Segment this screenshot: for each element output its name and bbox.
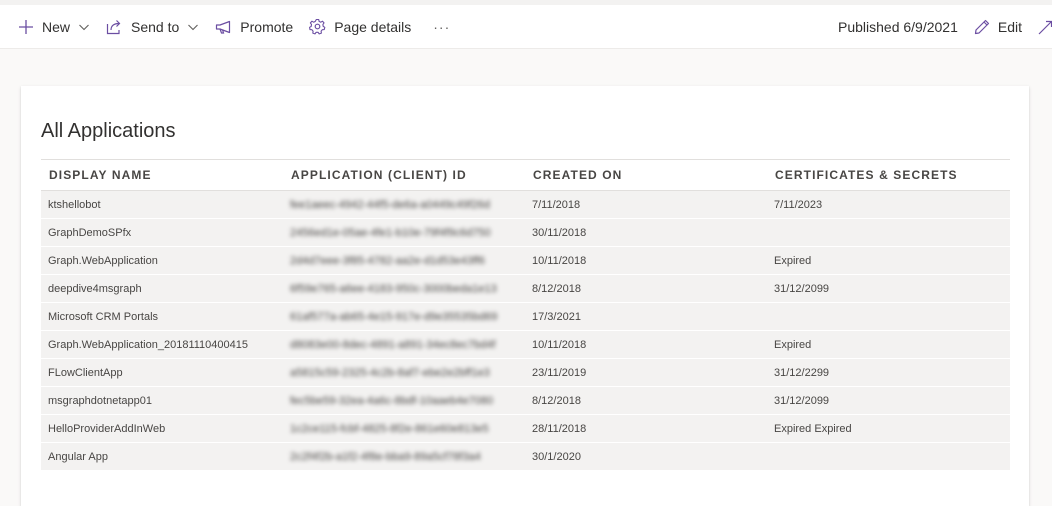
cell-certificates-secrets: 31/12/2099 [774, 394, 830, 407]
cell-created-on: 8/12/2018 [532, 282, 581, 295]
table-row[interactable]: deepdive4msgraph 6f59e765-a6ee-4183-950c… [41, 274, 1010, 303]
cell-client-id: d8083e00-8dec-4891-a891-34ec8ec7bd4f [290, 338, 496, 351]
cell-created-on: 30/11/2018 [532, 226, 587, 239]
applications-table: DISPLAY NAME APPLICATION (CLIENT) ID CRE… [41, 159, 1010, 471]
cell-certificates-secrets [767, 443, 1010, 471]
command-bar: New Send to Promote Page details ··· Pub… [0, 5, 1052, 49]
cell-client-id: 6f59e765-a6ee-4183-950c-3000beda1e13 [290, 282, 497, 295]
column-header-client-id[interactable]: APPLICATION (CLIENT) ID [283, 160, 525, 191]
chevron-down-icon [188, 24, 199, 30]
column-header-display-name[interactable]: DISPLAY NAME [41, 160, 283, 191]
more-options-button[interactable]: ··· [419, 5, 464, 49]
send-to-button[interactable]: Send to [98, 5, 207, 49]
table-row[interactable]: ktshellobot fee1aeec-4942-44f5-de6a-a044… [41, 190, 1010, 219]
chevron-down-icon [79, 24, 89, 30]
cell-created-on: 10/11/2018 [532, 254, 587, 267]
cell-certificates-secrets: 31/12/2299 [774, 366, 830, 379]
section-title: All Applications [41, 120, 176, 142]
cell-created-on: 30/1/2020 [532, 450, 581, 463]
table-row[interactable]: FLowClientApp a5815c59-2325-4c2b-8af7-eb… [41, 358, 1010, 387]
cell-created-on: 10/11/2018 [532, 338, 587, 351]
cell-display-name: msgraphdotnetapp01 [48, 394, 152, 407]
megaphone-icon [216, 20, 231, 34]
cell-created-on: 7/11/2018 [532, 198, 581, 211]
all-applications-webpart: All Applications DISPLAY NAME APPLICATIO… [21, 86, 1029, 506]
cell-client-id: 2d4d7eee-3f85-4782-aa2e-d1d53e43ff6 [290, 254, 485, 267]
more-icon: ··· [433, 18, 451, 35]
command-bar-right: Published 6/9/2021 Edit [830, 5, 1052, 49]
cell-display-name: Microsoft CRM Portals [48, 310, 159, 323]
column-header-certificates-secrets[interactable]: CERTIFICATES & SECRETS [767, 160, 1010, 191]
cell-client-id: 1c2ce115-fcbf-4825-8f2e-861e60e813e5 [290, 422, 489, 435]
page-details-label: Page details [334, 18, 412, 35]
cell-client-id: a5815c59-2325-4c2b-8af7-ebe2e2bff1e3 [290, 366, 490, 379]
cell-display-name: deepdive4msgraph [48, 282, 142, 295]
table-row[interactable]: GraphDemoSPfx 2456ed1e-05ae-4fe1-b10e-79… [41, 218, 1010, 247]
expand-icon [1038, 20, 1052, 34]
cell-created-on: 23/11/2019 [532, 366, 587, 379]
table-header-row: DISPLAY NAME APPLICATION (CLIENT) ID CRE… [41, 159, 1010, 191]
table-row[interactable]: Microsoft CRM Portals 61af577a-ab65-4e15… [41, 302, 1010, 331]
send-to-label: Send to [131, 18, 180, 35]
share-icon [106, 19, 121, 34]
edit-button[interactable]: Edit [966, 5, 1030, 49]
plus-icon [19, 19, 33, 34]
table-row[interactable]: Graph.WebApplication 2d4d7eee-3f85-4782-… [41, 246, 1010, 275]
gear-icon [309, 18, 326, 35]
cell-display-name: Graph.WebApplication [48, 254, 158, 267]
page-details-button[interactable]: Page details [301, 5, 419, 49]
table-row[interactable]: HelloProviderAddInWeb 1c2ce115-fcbf-4825… [41, 414, 1010, 443]
new-button[interactable]: New [0, 5, 98, 49]
cell-display-name: HelloProviderAddInWeb [48, 422, 166, 435]
cell-certificates-secrets: 7/11/2023 [774, 198, 823, 211]
cell-display-name: FLowClientApp [48, 366, 123, 379]
cell-certificates-secrets: 31/12/2099 [774, 282, 830, 295]
cell-certificates-secrets [767, 219, 1010, 247]
edit-label: Edit [997, 18, 1022, 35]
table-row[interactable]: Graph.WebApplication_20181110400415 d808… [41, 330, 1010, 359]
table-row[interactable]: Angular App 2c2f4f2b-a1f2-4f8e-bba9-89a5… [41, 442, 1010, 471]
cell-created-on: 28/11/2018 [532, 422, 587, 435]
new-label: New [42, 18, 71, 35]
cell-display-name: GraphDemoSPfx [48, 226, 132, 239]
cell-client-id: 2456ed1e-05ae-4fe1-b10e-79f4f9c6d750 [290, 226, 491, 239]
published-status: Published 6/9/2021 [838, 18, 958, 35]
cell-certificates-secrets: Expired [774, 254, 812, 267]
cell-created-on: 17/3/2021 [532, 310, 581, 323]
cell-display-name: Angular App [48, 450, 108, 463]
cell-client-id: fec5be59-32ea-4a6c-8bdf-10aaeb4e7080 [290, 394, 494, 407]
cell-display-name: ktshellobot [48, 198, 101, 211]
cell-certificates-secrets [767, 303, 1010, 331]
cell-client-id: fee1aeec-4942-44f5-de6a-a0449c49f26d [290, 198, 490, 211]
cell-client-id: 61af577a-ab65-4e15-917e-d9e35535bd69 [290, 310, 498, 323]
column-header-created-on[interactable]: CREATED ON [525, 160, 767, 191]
promote-button[interactable]: Promote [207, 5, 301, 49]
cell-certificates-secrets: Expired Expired [774, 422, 852, 435]
cell-certificates-secrets: Expired [774, 338, 812, 351]
promote-label: Promote [240, 18, 294, 35]
cell-created-on: 8/12/2018 [532, 394, 581, 407]
cell-display-name: Graph.WebApplication_20181110400415 [48, 338, 248, 351]
pencil-icon [974, 19, 989, 34]
table-row[interactable]: msgraphdotnetapp01 fec5be59-32ea-4a6c-8b… [41, 386, 1010, 415]
expand-button[interactable] [1030, 5, 1052, 49]
cell-client-id: 2c2f4f2b-a1f2-4f8e-bba9-89a5cf78f3a4 [290, 450, 481, 463]
